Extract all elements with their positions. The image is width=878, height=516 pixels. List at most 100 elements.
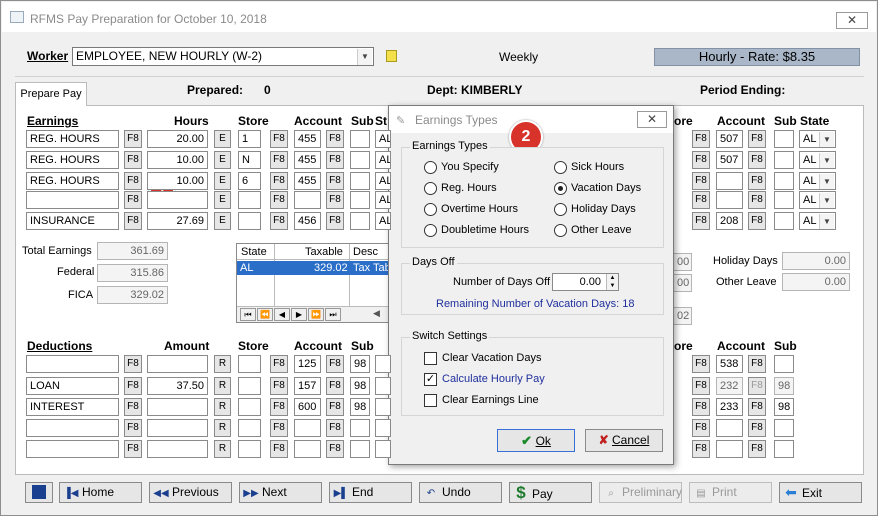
grid-row[interactable]: AL 329.02 Tax Tab	[237, 261, 395, 275]
account-field-right[interactable]	[716, 191, 743, 209]
f8-lookup-button[interactable]: F8	[748, 130, 766, 148]
ded-account-field[interactable]	[294, 440, 321, 458]
f8-lookup-button[interactable]: F8	[326, 377, 344, 395]
days-off-spinner[interactable]: ▲ ▼	[606, 274, 618, 290]
f8-lookup-button[interactable]: F8	[124, 191, 142, 209]
ded-field-cut[interactable]	[375, 377, 391, 395]
sub-field-right[interactable]	[774, 172, 794, 190]
account-field-right[interactable]: 507	[716, 130, 743, 148]
f8-lookup-button[interactable]: F8	[692, 419, 710, 437]
save-button[interactable]	[25, 482, 53, 503]
f8-lookup-button[interactable]: F8	[326, 191, 344, 209]
account-field-right[interactable]: 208	[716, 212, 743, 230]
f8-lookup-button[interactable]: F8	[748, 151, 766, 169]
preliminary-button[interactable]: ⌕ Preliminary	[599, 482, 682, 503]
deduction-code-field[interactable]	[26, 355, 119, 373]
chevron-down-icon[interactable]: ▼	[819, 153, 834, 168]
f8-lookup-button[interactable]: F8	[748, 355, 766, 373]
f8-lookup-button[interactable]: F8	[326, 419, 344, 437]
f8-lookup-button[interactable]: F8	[124, 419, 142, 437]
earnings-code-field[interactable]: INSURANCE	[26, 212, 119, 230]
account-field[interactable]	[294, 191, 321, 209]
pay-button[interactable]: $ Pay	[509, 482, 592, 503]
f8-lookup-button[interactable]: F8	[326, 212, 344, 230]
f8-lookup-button[interactable]: F8	[124, 130, 142, 148]
ded-account-field-right[interactable]	[716, 419, 743, 437]
state-field[interactable]: AL	[375, 172, 391, 190]
r-button[interactable]: R	[214, 377, 231, 395]
deduction-code-field[interactable]	[26, 419, 119, 437]
e-button[interactable]: E	[214, 130, 231, 148]
store-field[interactable]	[238, 212, 261, 230]
earnings-code-field[interactable]: REG. HOURS	[26, 151, 119, 169]
state-field[interactable]: AL	[375, 212, 391, 230]
sub-field[interactable]	[350, 172, 370, 190]
f8-lookup-button[interactable]: F8	[124, 440, 142, 458]
e-button[interactable]: E	[214, 172, 231, 190]
close-button[interactable]: ✕	[836, 12, 868, 29]
ded-account-field[interactable]: 600	[294, 398, 321, 416]
account-field[interactable]: 455	[294, 151, 321, 169]
ok-button[interactable]: ✔ Ok	[497, 429, 575, 452]
hours-field[interactable]: 20.00	[147, 130, 208, 148]
f8-lookup-button[interactable]: F8	[326, 398, 344, 416]
earnings-code-field[interactable]: REG. HOURS	[26, 130, 119, 148]
ded-store-field[interactable]	[238, 377, 261, 395]
ded-field-cut[interactable]	[375, 398, 391, 416]
chevron-down-icon[interactable]: ▼	[819, 132, 834, 147]
undo-button[interactable]: ↶ Undo	[419, 482, 502, 503]
grid-first-icon[interactable]: ⏮	[240, 308, 256, 321]
f8-lookup-button[interactable]: F8	[692, 355, 710, 373]
checkbox-clear-vacation-days[interactable]	[424, 352, 437, 365]
dialog-close-button[interactable]: ✕	[637, 111, 667, 128]
cancel-button[interactable]: ✘ Cancel	[585, 429, 663, 452]
f8-lookup-button[interactable]: F8	[692, 172, 710, 190]
worker-select[interactable]: EMPLOYEE, NEW HOURLY (W-2) ▼	[72, 47, 374, 66]
f8-lookup-button[interactable]: F8	[124, 355, 142, 373]
radio-holiday-days[interactable]	[554, 203, 567, 216]
state-select-right[interactable]: AL ▼	[799, 212, 836, 230]
ded-account-field[interactable]: 125	[294, 355, 321, 373]
f8-lookup-button[interactable]: F8	[748, 440, 766, 458]
exit-button[interactable]: ⬅ Exit	[779, 482, 862, 503]
f8-lookup-button[interactable]: F8	[748, 191, 766, 209]
account-field[interactable]: 455	[294, 130, 321, 148]
ded-account-field[interactable]	[294, 419, 321, 437]
sub-field[interactable]	[350, 151, 370, 169]
ded-sub-field-right[interactable]: 98	[774, 398, 794, 416]
chevron-down-icon[interactable]: ▼	[819, 214, 834, 229]
account-field-right[interactable]: 507	[716, 151, 743, 169]
hours-field[interactable]	[147, 191, 208, 209]
e-button[interactable]: E	[214, 212, 231, 230]
checkbox-calculate-hourly-pay[interactable]: ✓	[424, 373, 437, 386]
radio-you-specify[interactable]	[424, 161, 437, 174]
sub-field-right[interactable]	[774, 212, 794, 230]
f8-lookup-button[interactable]: F8	[270, 377, 288, 395]
f8-lookup-button[interactable]: F8	[326, 130, 344, 148]
ded-field-cut[interactable]	[375, 355, 391, 373]
r-button[interactable]: R	[214, 355, 231, 373]
sub-field[interactable]	[350, 191, 370, 209]
state-field[interactable]: AL	[375, 191, 391, 209]
ded-account-field-right[interactable]: 538	[716, 355, 743, 373]
sub-field-right[interactable]	[774, 130, 794, 148]
ded-store-field[interactable]	[238, 398, 261, 416]
scroll-left-icon[interactable]: ◀	[373, 308, 380, 319]
amount-field[interactable]: 37.50	[147, 377, 208, 395]
hours-field[interactable]: 27.69	[147, 212, 208, 230]
f8-lookup-button[interactable]: F8	[270, 172, 288, 190]
f8-lookup-button[interactable]: F8	[124, 212, 142, 230]
home-button[interactable]: ▐◀ Home	[59, 482, 142, 503]
state-field[interactable]: AL	[375, 130, 391, 148]
radio-sick-hours[interactable]	[554, 161, 567, 174]
f8-lookup-button[interactable]: F8	[124, 398, 142, 416]
state-select-right[interactable]: AL ▼	[799, 191, 836, 209]
sub-field-right[interactable]	[774, 191, 794, 209]
state-field[interactable]: AL	[375, 151, 391, 169]
sub-field[interactable]	[350, 130, 370, 148]
note-icon[interactable]	[386, 50, 397, 62]
ded-sub-field-right[interactable]: 98	[774, 377, 794, 395]
amount-field[interactable]	[147, 419, 208, 437]
ded-field-cut[interactable]	[375, 419, 391, 437]
f8-lookup-button[interactable]: F8	[124, 377, 142, 395]
